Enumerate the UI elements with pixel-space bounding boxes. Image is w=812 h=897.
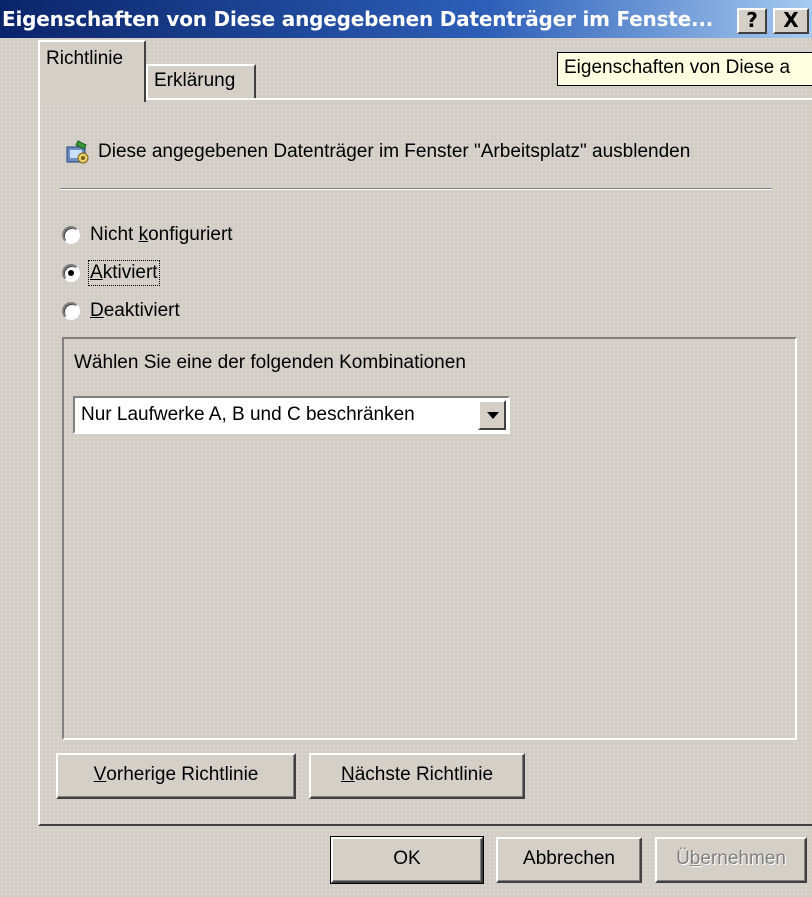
button-label: OK xyxy=(393,848,421,869)
radio-label: Aktiviert xyxy=(88,260,160,286)
radio-enabled[interactable]: Aktiviert xyxy=(62,260,160,286)
combination-select[interactable]: Nur Laufwerke A, B und C beschränken xyxy=(73,396,510,434)
radio-label: Deaktiviert xyxy=(90,300,180,321)
button-label: Abbrechen xyxy=(523,848,615,869)
radio-label: Nicht konfiguriert xyxy=(90,224,233,245)
tab-richtlinie[interactable]: Richtlinie xyxy=(38,40,146,102)
radio-not-configured[interactable]: Nicht konfiguriert xyxy=(62,224,233,246)
policy-title: Diese angegebenen Datenträger im Fenster… xyxy=(98,141,691,162)
window-title: Eigenschaften von Diese angegebenen Date… xyxy=(2,7,714,31)
radio-button[interactable] xyxy=(62,226,80,244)
radio-button[interactable] xyxy=(62,302,80,320)
apply-button[interactable]: Übernehmen xyxy=(655,837,807,883)
help-button[interactable]: ? xyxy=(737,8,767,34)
combination-label: Wählen Sie eine der folgenden Kombinatio… xyxy=(74,352,466,373)
separator xyxy=(60,188,772,190)
select-value: Nur Laufwerke A, B und C beschränken xyxy=(81,404,415,425)
button-label: Übernehmen xyxy=(676,848,786,869)
tab-label: Richtlinie xyxy=(46,48,124,69)
tooltip-text: Eigenschaften von Diese a xyxy=(564,57,791,78)
next-policy-button[interactable]: Nächste Richtlinie xyxy=(309,753,525,799)
radio-disabled[interactable]: Deaktiviert xyxy=(62,300,180,322)
title-bar[interactable]: Eigenschaften von Diese angegebenen Date… xyxy=(0,0,812,38)
cancel-button[interactable]: Abbrechen xyxy=(496,837,642,883)
tab-label: Erklärung xyxy=(154,70,236,91)
chevron-down-icon[interactable] xyxy=(478,400,506,430)
previous-policy-button[interactable]: Vorherige Richtlinie xyxy=(56,753,296,799)
close-icon: X xyxy=(783,8,799,32)
tooltip: Eigenschaften von Diese a xyxy=(557,52,812,86)
properties-dialog: Eigenschaften von Diese angegebenen Date… xyxy=(0,0,812,897)
tab-erklaerung[interactable]: Erklärung xyxy=(146,64,256,100)
radio-button[interactable] xyxy=(62,264,80,282)
button-label: Nächste Richtlinie xyxy=(340,764,494,785)
policy-setting-icon xyxy=(66,140,89,164)
ok-button[interactable]: OK xyxy=(330,836,484,884)
button-label: Vorherige Richtlinie xyxy=(93,764,259,785)
close-button[interactable]: X xyxy=(773,8,809,34)
help-icon: ? xyxy=(746,8,758,32)
